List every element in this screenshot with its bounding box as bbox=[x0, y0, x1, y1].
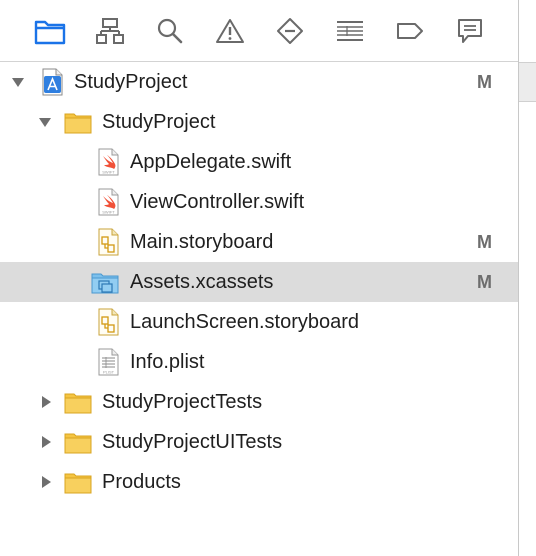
disclosure-collapsed-icon[interactable] bbox=[39, 475, 53, 489]
report-navigator-button[interactable] bbox=[453, 14, 487, 48]
file-type-text: SWIFT bbox=[102, 170, 115, 175]
test-navigator-button[interactable] bbox=[273, 14, 307, 48]
disclosure-collapsed-icon[interactable] bbox=[39, 435, 53, 449]
tree-row-file[interactable]: LaunchScreen.storyboard bbox=[0, 302, 518, 342]
folder-icon bbox=[64, 473, 92, 494]
file-type-text: PLIST bbox=[103, 370, 115, 375]
status-badge: M bbox=[477, 272, 492, 292]
folder-icon bbox=[64, 113, 92, 134]
storyboard-file-icon bbox=[98, 308, 119, 336]
search-icon bbox=[157, 18, 183, 44]
status-badge: M bbox=[477, 232, 492, 252]
debug-navigator-button[interactable] bbox=[333, 14, 367, 48]
swift-file-icon: SWIFT bbox=[98, 148, 119, 176]
status-badge: M bbox=[477, 72, 492, 92]
tree-item-label: LaunchScreen.storyboard bbox=[130, 311, 360, 333]
tree-row-group[interactable]: StudyProject bbox=[0, 102, 518, 142]
tree-item-label: AppDelegate.swift bbox=[130, 151, 292, 173]
tree-row-group[interactable]: StudyProjectTests bbox=[0, 382, 518, 422]
project-navigator-pane: StudyProject M StudyProject SWIFT AppDel… bbox=[0, 0, 518, 556]
diamond-minus-icon bbox=[277, 18, 303, 44]
message-icon bbox=[458, 19, 482, 43]
editor-edge-tab bbox=[519, 62, 536, 102]
warning-icon bbox=[216, 19, 244, 43]
editor-edge-top bbox=[519, 0, 536, 62]
tree-item-label: Main.storyboard bbox=[130, 231, 274, 253]
breakpoint-navigator-button[interactable] bbox=[393, 14, 427, 48]
tree-row-file[interactable]: Main.storyboard M bbox=[0, 222, 518, 262]
disclosure-expanded-icon[interactable] bbox=[11, 75, 25, 89]
tree-row-file[interactable]: PLIST Info.plist bbox=[0, 342, 518, 382]
tree-row-project[interactable]: StudyProject M bbox=[0, 62, 518, 102]
disclosure-collapsed-icon[interactable] bbox=[39, 395, 53, 409]
tree-row-file[interactable]: SWIFT AppDelegate.swift bbox=[0, 142, 518, 182]
find-navigator-button[interactable] bbox=[153, 14, 187, 48]
swift-file-icon: SWIFT bbox=[98, 188, 119, 216]
tree-item-label: StudyProject bbox=[102, 111, 216, 133]
tree-row-file-selected[interactable]: Assets.xcassets M bbox=[0, 262, 518, 302]
folder-icon bbox=[64, 433, 92, 454]
asset-catalog-icon bbox=[91, 273, 119, 294]
tree-item-label: Products bbox=[102, 471, 181, 493]
hierarchy-icon bbox=[96, 18, 124, 44]
list-icon bbox=[337, 21, 363, 41]
issue-navigator-button[interactable] bbox=[213, 14, 247, 48]
tree-row-file[interactable]: SWIFT ViewController.swift bbox=[0, 182, 518, 222]
folder-icon bbox=[34, 20, 66, 45]
storyboard-file-icon bbox=[98, 228, 119, 256]
editor-edge bbox=[519, 0, 536, 556]
folder-icon bbox=[64, 393, 92, 414]
tree-item-label: Info.plist bbox=[130, 351, 205, 373]
disclosure-expanded-icon[interactable] bbox=[38, 115, 52, 129]
tag-icon bbox=[397, 23, 423, 39]
tree-item-label: StudyProject bbox=[74, 71, 188, 93]
tree-item-label: StudyProjectTests bbox=[102, 391, 263, 413]
project-navigator-button[interactable] bbox=[33, 14, 67, 48]
navigator-toolbar bbox=[0, 0, 518, 62]
tree-item-label: ViewController.swift bbox=[130, 191, 305, 213]
file-type-text: SWIFT bbox=[102, 210, 115, 215]
symbol-navigator-button[interactable] bbox=[93, 14, 127, 48]
tree-item-label: StudyProjectUITests bbox=[102, 431, 283, 453]
plist-file-icon: PLIST bbox=[98, 348, 119, 376]
xcode-project-icon bbox=[42, 68, 63, 96]
tree-item-label: Assets.xcassets bbox=[130, 271, 274, 293]
tree-row-group[interactable]: StudyProjectUITests bbox=[0, 422, 518, 462]
tree-row-group[interactable]: Products bbox=[0, 462, 518, 502]
